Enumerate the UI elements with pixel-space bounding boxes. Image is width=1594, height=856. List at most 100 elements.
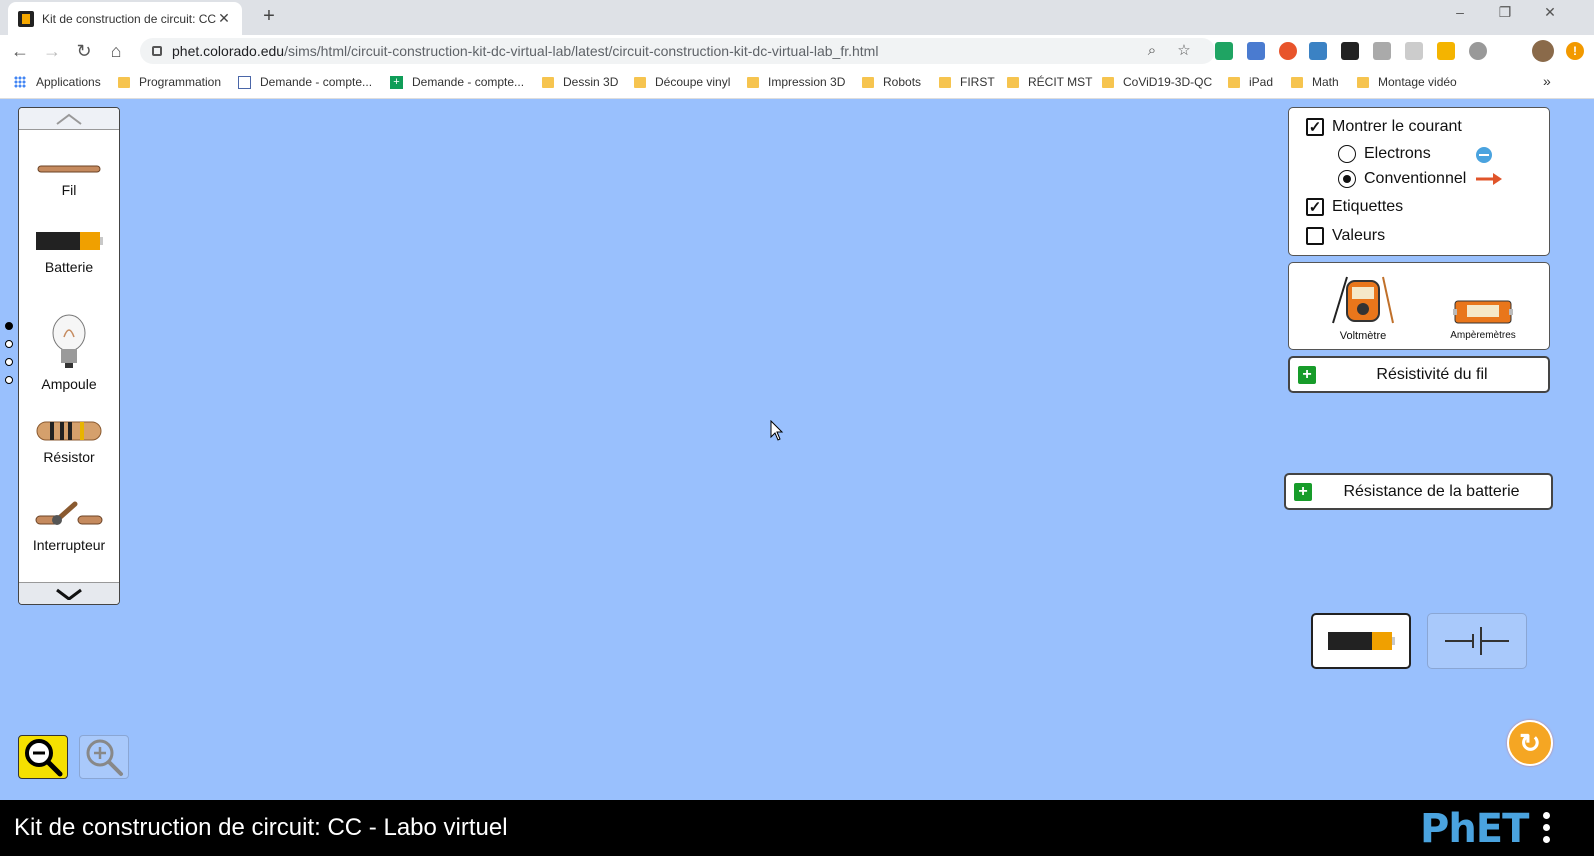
google-drive-extension-icon[interactable] xyxy=(1215,42,1233,60)
radio-unselected-icon xyxy=(1338,145,1356,163)
page-dot[interactable] xyxy=(5,358,13,366)
wire-resistivity-accordion[interactable]: + Résistivité du fil xyxy=(1288,356,1550,393)
home-icon[interactable]: ⌂ xyxy=(104,39,128,63)
voltmeter-tool[interactable]: Voltmètre xyxy=(1321,271,1405,342)
wire-icon xyxy=(37,165,101,173)
window-restore-button[interactable]: ❐ xyxy=(1495,4,1515,21)
zoom-out-button[interactable] xyxy=(18,735,68,779)
electrons-radio[interactable]: Electrons xyxy=(1338,145,1431,163)
conventional-radio[interactable]: Conventionnel xyxy=(1338,170,1466,188)
page-dot[interactable] xyxy=(5,340,13,348)
toolbox-scroll-down-button[interactable] xyxy=(19,582,119,604)
phet-menu-button[interactable] xyxy=(1543,812,1551,848)
apps-grid-icon xyxy=(14,76,26,88)
folder-icon xyxy=(1228,76,1240,88)
dark-extension-icon[interactable] xyxy=(1341,42,1359,60)
profile-avatar[interactable] xyxy=(1532,40,1554,62)
zoom-magnifier-icon[interactable]: ⌕ xyxy=(1142,38,1162,64)
bookmark-item[interactable]: RÉCIT MST xyxy=(1007,75,1092,89)
reset-arrow-icon: ↻ xyxy=(1519,727,1541,758)
browser-tab[interactable]: Kit de construction de circuit: CC ✕ xyxy=(8,2,242,35)
bookmark-apps[interactable]: Applications xyxy=(14,75,101,89)
tab-close-icon[interactable]: ✕ xyxy=(216,10,232,27)
toolbox-item-battery[interactable]: Batterie xyxy=(19,230,119,275)
simulation-canvas[interactable]: Fil Batterie Ampoule Résistor Interrupte… xyxy=(0,100,1594,800)
show-current-checkbox[interactable]: ✓ Montrer le courant xyxy=(1306,118,1462,136)
voltmeter-icon xyxy=(1332,276,1394,324)
reset-all-button[interactable]: ↻ xyxy=(1507,720,1553,766)
bookmarks-overflow-button[interactable]: » xyxy=(1543,73,1551,89)
folder-icon xyxy=(1007,76,1019,88)
toolbox-item-resistor[interactable]: Résistor xyxy=(19,420,119,465)
back-icon[interactable]: ← xyxy=(8,39,32,63)
grid-extension-icon[interactable] xyxy=(1373,42,1391,60)
calendar-extension-icon[interactable] xyxy=(1309,42,1327,60)
bookmark-item[interactable]: Impression 3D xyxy=(747,75,845,89)
phet-logo[interactable]: PhET xyxy=(1420,806,1529,852)
window-close-button[interactable]: ✕ xyxy=(1540,4,1560,21)
page-dot[interactable] xyxy=(5,376,13,384)
sim-navigation-bar: Kit de construction de circuit: CC - Lab… xyxy=(0,800,1594,856)
house-extension-icon[interactable] xyxy=(1405,42,1423,60)
toolbox-item-label: Résistor xyxy=(43,449,95,465)
browser-tab-bar: Kit de construction de circuit: CC ✕ + –… xyxy=(0,0,1594,35)
toolbox-item-label: Interrupteur xyxy=(32,537,106,553)
folder-icon xyxy=(1291,76,1303,88)
toolbox-item-lightbulb[interactable]: Ampoule xyxy=(19,313,119,392)
checkbox-checked-icon: ✓ xyxy=(1306,198,1324,216)
address-bar[interactable]: phet.colorado.edu/sims/html/circuit-cons… xyxy=(140,38,1215,64)
google-sheets-icon: + xyxy=(390,75,403,89)
zoom-in-button[interactable] xyxy=(79,735,129,779)
translate-extension-icon[interactable] xyxy=(1247,42,1265,60)
ammeter-tool[interactable]: Ampèremètres xyxy=(1439,293,1527,341)
page-dot[interactable] xyxy=(5,322,13,330)
bookmark-item[interactable]: Dessin 3D xyxy=(542,75,618,89)
electron-icon xyxy=(1476,147,1492,163)
bookmark-item[interactable]: Découpe vinyl xyxy=(634,75,730,89)
folder-icon xyxy=(634,76,646,88)
toolbox-item-wire[interactable]: Fil xyxy=(19,162,119,198)
lightbulb-icon xyxy=(52,314,86,368)
schematic-view-button[interactable] xyxy=(1427,613,1527,669)
gear-extension-icon[interactable] xyxy=(1469,42,1487,60)
values-checkbox[interactable]: Valeurs xyxy=(1306,227,1385,245)
ammeter-icon xyxy=(1453,300,1513,324)
bookmark-item[interactable]: Robots xyxy=(862,75,921,89)
bookmark-item[interactable]: CoViD19-3D-QC xyxy=(1102,75,1212,89)
update-alert-icon[interactable]: ! xyxy=(1566,42,1584,60)
hand-extension-icon[interactable] xyxy=(1437,42,1455,60)
toolbox-item-switch[interactable]: Interrupteur xyxy=(19,500,119,553)
forward-icon[interactable]: → xyxy=(40,39,64,63)
bookmark-item[interactable]: Programmation xyxy=(118,75,221,89)
lifelike-view-button[interactable] xyxy=(1311,613,1411,669)
bookmark-item[interactable]: Montage vidéo xyxy=(1357,75,1457,89)
toolbox-page-indicator xyxy=(5,322,13,394)
bookmark-item[interactable]: iPad xyxy=(1228,75,1273,89)
window-minimize-button[interactable]: – xyxy=(1450,4,1470,20)
bookmark-item[interactable]: Math xyxy=(1291,75,1339,89)
checkbox-checked-icon: ✓ xyxy=(1306,118,1324,136)
toolbox-item-label: Batterie xyxy=(44,259,94,275)
menu-dot-icon xyxy=(1543,812,1550,819)
battery-icon xyxy=(36,232,103,250)
folder-icon xyxy=(1102,76,1114,88)
bookmarks-bar: Applications Programmation Demande - com… xyxy=(0,67,1594,99)
sim-title: Kit de construction de circuit: CC - Lab… xyxy=(14,814,508,841)
bookmark-item[interactable]: FIRST xyxy=(939,75,995,89)
new-tab-button[interactable]: + xyxy=(258,5,280,28)
toolbox-scroll-up-button[interactable] xyxy=(19,108,119,130)
reload-icon[interactable]: ↻ xyxy=(72,39,96,63)
screencastify-extension-icon[interactable] xyxy=(1279,42,1297,60)
document-icon xyxy=(238,75,251,89)
schematic-battery-icon xyxy=(1445,627,1509,655)
bookmark-item[interactable]: + Demande - compte... xyxy=(390,75,524,89)
bookmark-item[interactable]: Demande - compte... xyxy=(238,75,372,89)
battery-resistance-accordion[interactable]: + Résistance de la batterie xyxy=(1284,473,1553,510)
browser-toolbar: ← → ↻ ⌂ phet.colorado.edu/sims/html/circ… xyxy=(0,35,1594,67)
menu-dot-icon xyxy=(1543,836,1550,843)
folder-icon xyxy=(939,76,951,88)
labels-checkbox[interactable]: ✓ Etiquettes xyxy=(1306,198,1403,216)
expand-plus-icon: + xyxy=(1294,482,1312,501)
radio-selected-icon xyxy=(1338,170,1356,188)
bookmark-star-icon[interactable]: ☆ xyxy=(1174,38,1194,64)
